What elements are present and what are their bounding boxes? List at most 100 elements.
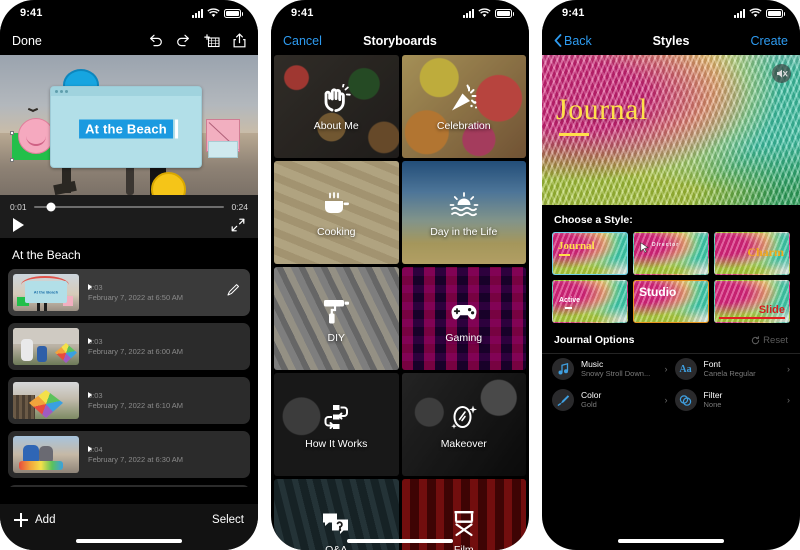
style-name: Slide (758, 304, 785, 316)
mute-icon (776, 69, 788, 78)
option-music[interactable]: Music Snowy Stroll Down... › (552, 358, 668, 380)
clip-row[interactable]: 0:04 February 7, 2022 at 6:30 AM (8, 431, 250, 478)
style-name: Charm (747, 245, 784, 259)
storyboard-tile-makeover[interactable]: Makeover (401, 373, 526, 476)
clip-duration: 0:04 (88, 445, 103, 455)
reset-icon (751, 335, 760, 344)
light-square-sticker[interactable] (208, 141, 238, 158)
flowchart-icon (319, 400, 353, 434)
add-media-icon[interactable] (204, 33, 220, 48)
card-title-bar (51, 87, 201, 96)
style-card-studio[interactable]: Studio (633, 280, 709, 323)
edit-clip-button[interactable] (226, 283, 245, 302)
options-title: Journal Options (554, 334, 635, 346)
redo-icon[interactable] (176, 34, 191, 47)
clip-row[interactable]: 0:03 (8, 485, 250, 487)
sparkle-mirror-icon (447, 400, 481, 434)
tile-label: How It Works (305, 437, 368, 450)
chevron-right-icon: › (664, 364, 668, 374)
option-font[interactable]: Aa Font Canela Regular › (674, 358, 790, 380)
chevron-right-icon: › (664, 395, 668, 405)
share-icon[interactable] (233, 33, 246, 48)
option-text: Font Canela Regular (704, 359, 781, 379)
options-grid[interactable]: Music Snowy Stroll Down... › Aa Font Can… (542, 353, 800, 415)
style-card-director[interactable]: Director (633, 232, 709, 275)
title-card-overlay[interactable]: At the Beach (50, 86, 202, 168)
option-title: Color (581, 389, 602, 400)
cursor-icon (640, 240, 649, 258)
tile-label: Makeover (440, 437, 487, 450)
status-indicators (734, 8, 785, 18)
styles-navbar: Back Styles Create (542, 26, 800, 55)
storyboard-tile-day-in-the-life[interactable]: Day in the Life (401, 161, 526, 264)
undo-icon[interactable] (148, 34, 163, 47)
video-preview[interactable]: At the Beach (0, 55, 258, 195)
storyboard-tile-celebration[interactable]: Celebration (401, 55, 526, 158)
storyboard-tile-how-it-works[interactable]: How It Works (274, 373, 399, 476)
style-card-charm[interactable]: Charm (714, 232, 790, 275)
reset-button[interactable]: Reset (751, 335, 788, 346)
current-time: 0:01 (10, 202, 27, 212)
home-indicator (76, 539, 182, 543)
clip-thumb-label: At the Beach (33, 289, 59, 295)
cancel-button[interactable]: Cancel (283, 34, 322, 48)
style-card-slide[interactable]: Slide (714, 280, 790, 323)
back-button[interactable]: Back (554, 34, 592, 48)
tile-label: Cooking (316, 225, 356, 238)
style-preview[interactable]: Journal (542, 55, 800, 205)
create-button[interactable]: Create (750, 34, 788, 48)
play-button[interactable] (13, 218, 24, 232)
storyboard-tile-diy[interactable]: DIY (274, 267, 399, 370)
sunrise-icon (447, 188, 481, 222)
home-indicator (618, 539, 724, 543)
storyboard-tile-gaming[interactable]: Gaming (401, 267, 526, 370)
music-note-icon (552, 358, 574, 380)
done-button[interactable]: Done (12, 34, 42, 48)
select-button[interactable]: Select (212, 514, 244, 526)
notch (346, 0, 454, 21)
title-card-text[interactable]: At the Beach (79, 119, 178, 139)
style-name: Journal (558, 240, 595, 252)
clip-row[interactable]: 0:03 February 7, 2022 at 6:00 AM (8, 323, 250, 370)
option-text: Color Gold (581, 390, 658, 410)
cellular-signal-icon (463, 8, 474, 18)
storyboard-tile-cooking[interactable]: Cooking (274, 161, 399, 264)
mute-button[interactable] (772, 64, 791, 83)
three-phone-screenshots: 9:41 Done At the Beach 0:01 0:24 At the … (0, 0, 800, 550)
status-time: 9:41 (291, 7, 314, 19)
style-card-active[interactable]: Active (552, 280, 628, 323)
clip-list[interactable]: At the Beach 0:03 February 7, 2022 at 6:… (0, 269, 258, 487)
add-button[interactable]: Add (14, 513, 55, 527)
tile-label: About Me (313, 119, 359, 132)
scrubber-track[interactable] (33, 202, 225, 212)
font-aa-icon: Aa (674, 358, 697, 380)
pink-smiley-sticker[interactable] (18, 118, 54, 154)
tile-label: Q&A (325, 543, 348, 550)
option-title: Font (703, 358, 721, 369)
clip-row[interactable]: At the Beach 0:03 February 7, 2022 at 6:… (8, 269, 250, 316)
chat-question-icon (319, 506, 353, 540)
option-color[interactable]: Color Gold › (552, 389, 668, 411)
chevron-right-icon: › (787, 395, 790, 405)
party-popper-icon (447, 82, 481, 116)
clip-row[interactable]: 0:03 February 7, 2022 at 6:10 AM (8, 377, 250, 424)
phone-screen-storyboards: 9:41 Cancel Storyboards About Me Celebra… (271, 0, 529, 550)
style-card-journal[interactable]: Journal (552, 232, 628, 275)
playhead-knob[interactable] (46, 202, 56, 212)
storyboard-grid[interactable]: About Me Celebration Cooking Day in the … (271, 55, 529, 550)
cellular-signal-icon (192, 8, 203, 18)
clip-thumbnail (13, 436, 79, 473)
reset-label: Reset (763, 334, 788, 346)
tile-label: Celebration (436, 119, 491, 132)
style-grid[interactable]: Journal Director Charm Active Studio Sli… (542, 232, 800, 323)
plus-icon (14, 513, 28, 527)
option-value: Canela Regular (703, 369, 756, 379)
color-brush-icon (552, 389, 574, 411)
option-filter[interactable]: Filter None › (674, 389, 790, 411)
editor-navbar: Done (0, 26, 258, 55)
fullscreen-button[interactable] (231, 218, 245, 232)
clip-thumbnail: At the Beach (13, 274, 79, 311)
storyboard-tile-about-me[interactable]: About Me (274, 55, 399, 158)
option-text: Music Snowy Stroll Down... (581, 359, 658, 379)
status-time: 9:41 (20, 7, 43, 19)
